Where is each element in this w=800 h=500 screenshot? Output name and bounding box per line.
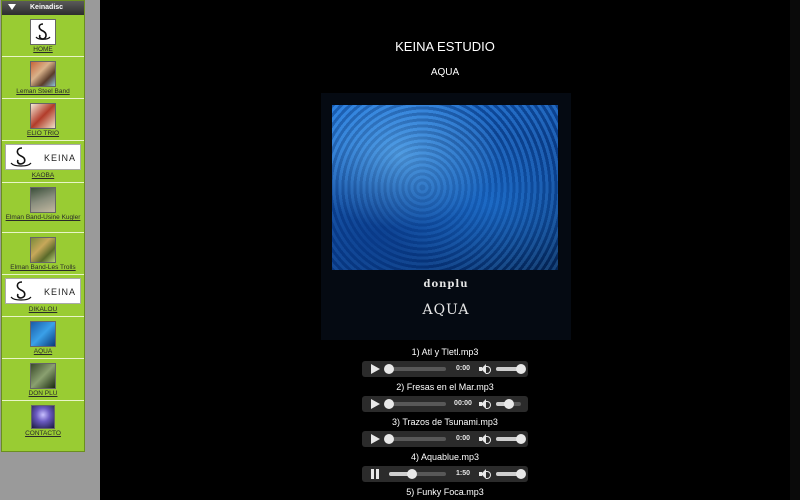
time-display: 0:00: [455, 435, 470, 442]
track-item: 4) Aquablue.mp3 1:50: [362, 451, 528, 482]
track-item: 2) Fresas en el Mar.mp3 00:00: [362, 381, 528, 412]
sidebar: Keinadisc HOME Leman Steel Band ELIO TRI…: [1, 0, 85, 452]
sidebar-item-home[interactable]: HOME: [2, 15, 84, 57]
sidebar-item-aqua[interactable]: AQUA: [2, 317, 84, 359]
track-name: 5) Funky Foca.mp3: [406, 487, 484, 497]
sidebar-item-label[interactable]: Elman Band-Usine Kugler: [4, 214, 83, 222]
album-cover-icon[interactable]: [30, 187, 56, 213]
track-name: 2) Fresas en el Mar.mp3: [396, 382, 494, 392]
time-display: 1:50: [455, 470, 470, 477]
keina-logo-icon[interactable]: [30, 19, 56, 45]
volume-slider[interactable]: [496, 399, 521, 409]
sidebar-item-label[interactable]: AQUA: [32, 348, 54, 356]
seek-slider[interactable]: [389, 469, 446, 479]
audio-player: 0:00: [362, 431, 528, 447]
seek-slider[interactable]: [384, 434, 446, 444]
sidebar-item-contacto[interactable]: CONTACTO: [2, 401, 84, 445]
album-title: AQUA: [430, 67, 460, 78]
sidebar-item-label[interactable]: HOME: [31, 46, 55, 54]
keina-logo-icon[interactable]: KEINA: [5, 144, 81, 170]
track-item: 3) Trazos de Tsunami.mp3 0:00: [362, 416, 528, 447]
play-icon[interactable]: [371, 364, 380, 374]
volume-icon[interactable]: [479, 364, 491, 374]
track-name: 1) Atl y Tletl.mp3: [411, 347, 479, 357]
sidebar-item-label[interactable]: Elman Band-Les Trolls: [8, 264, 77, 272]
cover-water-image: [332, 105, 558, 270]
track-name: 3) Trazos de Tsunami.mp3: [392, 417, 498, 427]
sidebar-item-label[interactable]: DON PLU: [27, 390, 60, 398]
time-display: 0:00: [455, 365, 470, 372]
sidebar-item-label[interactable]: ELIO TRIO: [25, 130, 61, 138]
sidebar-item-label[interactable]: KAOBA: [30, 172, 56, 180]
volume-slider[interactable]: [496, 364, 526, 374]
track-item: 5) Funky Foca.mp3: [362, 486, 528, 498]
keina-logo-text: KEINA: [44, 287, 77, 297]
volume-slider[interactable]: [496, 469, 526, 479]
volume-slider[interactable]: [496, 434, 526, 444]
keina-logo-text: KEINA: [44, 153, 77, 163]
band-photo-icon[interactable]: [30, 61, 56, 87]
volume-icon[interactable]: [479, 434, 491, 444]
sidebar-item-dikalou[interactable]: KEINA DIKALOU: [2, 275, 84, 317]
sidebar-item-don-plu[interactable]: DON PLU: [2, 359, 84, 401]
collapse-triangle-icon[interactable]: [8, 4, 16, 10]
seek-slider[interactable]: [384, 399, 446, 409]
sidebar-item-leman-steel-band[interactable]: Leman Steel Band: [2, 57, 84, 99]
audio-player: 0:00: [362, 361, 528, 377]
main-content: KEINA ESTUDIO AQUA donplu AQUA 1) Atl y …: [100, 0, 800, 500]
play-icon[interactable]: [371, 434, 380, 444]
site-title: KEINA ESTUDIO: [395, 39, 495, 54]
play-icon[interactable]: [371, 399, 380, 409]
sidebar-item-kaoba[interactable]: KEINA KAOBA: [2, 141, 84, 183]
cover-brand: donplu: [423, 279, 469, 290]
vertical-scrollbar[interactable]: [790, 0, 800, 500]
sidebar-header[interactable]: Keinadisc: [2, 1, 84, 15]
sidebar-item-elman-les-trolls[interactable]: Elman Band-Les Trolls: [2, 233, 84, 275]
sidebar-item-label[interactable]: CONTACTO: [23, 430, 63, 438]
sidebar-item-elman-usine-kugler[interactable]: Elman Band-Usine Kugler: [2, 183, 84, 233]
track-item: 1) Atl y Tletl.mp3 0:00: [362, 346, 528, 377]
volume-icon[interactable]: [479, 399, 491, 409]
volume-icon[interactable]: [479, 469, 491, 479]
audio-player: 00:00: [362, 396, 528, 412]
sidebar-title: Keinadisc: [30, 4, 64, 11]
keina-logo-icon[interactable]: KEINA: [5, 278, 81, 304]
sidebar-item-label[interactable]: Leman Steel Band: [14, 88, 71, 96]
sidebar-item-label[interactable]: DIKALOU: [27, 306, 60, 314]
pause-icon[interactable]: [371, 469, 380, 479]
band-photo-icon[interactable]: [30, 103, 56, 129]
album-cover-icon[interactable]: [30, 237, 56, 263]
time-display: 00:00: [454, 400, 472, 407]
track-name: 4) Aquablue.mp3: [410, 452, 480, 462]
album-cover-icon[interactable]: [30, 363, 56, 389]
seek-slider[interactable]: [384, 364, 446, 374]
cover-title: AQUA: [422, 302, 470, 318]
album-cover-icon[interactable]: [30, 321, 56, 347]
audio-player: 1:50: [362, 466, 528, 482]
sidebar-item-elio-trio[interactable]: ELIO TRIO: [2, 99, 84, 141]
album-cover: donplu AQUA: [321, 93, 571, 340]
contact-image-icon[interactable]: [31, 405, 55, 429]
